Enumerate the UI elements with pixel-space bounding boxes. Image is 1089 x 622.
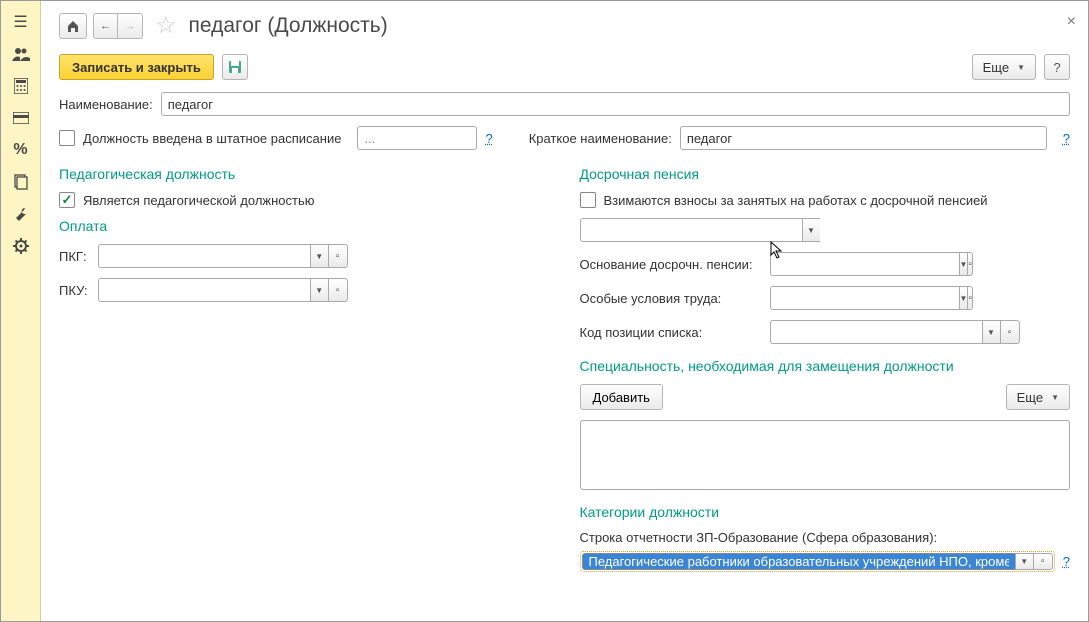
staff-row: Должность введена в штатное расписание ?…	[59, 126, 1070, 150]
in-staff-checkbox[interactable]	[59, 130, 75, 146]
favorite-star-icon[interactable]: ☆	[155, 11, 177, 40]
more-button-spec[interactable]: Еще ▼	[1006, 384, 1070, 410]
forward-button[interactable]: →	[118, 14, 142, 38]
sidebar: ☰ %	[1, 1, 41, 621]
code-expand[interactable]: ▫	[1000, 320, 1020, 344]
in-staff-label: Должность введена в штатное расписание	[83, 131, 341, 146]
zp-input[interactable]	[582, 553, 1015, 570]
add-button[interactable]: Добавить	[580, 384, 663, 410]
help-link-short[interactable]: ?	[1063, 131, 1070, 146]
main-panel: × ← → ☆ педагог (Должность) Записать и з…	[41, 1, 1088, 621]
contributions-label: Взимаются взносы за занятых на работах с…	[604, 193, 988, 208]
section-payment: Оплата	[59, 218, 550, 234]
code-input[interactable]	[770, 320, 982, 344]
people-icon[interactable]	[6, 39, 36, 69]
pkg-dropdown[interactable]: ▼	[310, 244, 328, 268]
code-label: Код позиции списка:	[580, 325, 760, 340]
pku-dropdown[interactable]: ▼	[310, 278, 328, 302]
section-specialty: Специальность, необходимая для замещения…	[580, 358, 1071, 374]
pkg-expand[interactable]: ▫	[328, 244, 348, 268]
pkg-label: ПКГ:	[59, 249, 88, 264]
pku-label: ПКУ:	[59, 283, 88, 298]
right-column: Досрочная пенсия Взимаются взносы за зан…	[580, 160, 1071, 582]
specialty-list[interactable]	[580, 420, 1071, 490]
section-pedagogical: Педагогическая должность	[59, 166, 550, 182]
left-column: Педагогическая должность Является педаго…	[59, 160, 550, 582]
chevron-down-icon: ▼	[1017, 63, 1025, 72]
help-link-staff[interactable]: ?	[485, 131, 492, 146]
save-and-close-button[interactable]: Записать и закрыть	[59, 54, 214, 80]
more-button[interactable]: Еще ▼	[972, 54, 1036, 80]
chevron-down-icon: ▼	[1051, 393, 1059, 402]
name-label: Наименование:	[59, 97, 153, 112]
special-label: Особые условия труда:	[580, 291, 760, 306]
pku-expand[interactable]: ▫	[328, 278, 348, 302]
name-input[interactable]	[161, 92, 1070, 116]
help-link-zp[interactable]: ?	[1063, 554, 1070, 569]
zp-expand[interactable]: ▫	[1033, 553, 1053, 570]
pension-type-dropdown[interactable]: ▼	[802, 218, 820, 242]
section-categories: Категории должности	[580, 504, 1071, 520]
calculator-icon[interactable]	[6, 71, 36, 101]
pku-input[interactable]	[98, 278, 310, 302]
close-button[interactable]: ×	[1067, 13, 1076, 31]
card-icon[interactable]	[6, 103, 36, 133]
pension-type-input[interactable]	[580, 218, 802, 242]
is-pedagogical-checkbox[interactable]	[59, 192, 75, 208]
nav-back-forward: ← →	[93, 13, 143, 39]
documents-icon[interactable]	[6, 167, 36, 197]
code-dropdown[interactable]: ▼	[982, 320, 1000, 344]
basis-dropdown[interactable]: ▼	[959, 252, 968, 276]
help-button[interactable]: ?	[1044, 54, 1070, 80]
menu-icon[interactable]: ☰	[6, 7, 36, 37]
pkg-input[interactable]	[98, 244, 310, 268]
is-pedagogical-label: Является педагогической должностью	[83, 193, 315, 208]
zp-dropdown[interactable]: ▼	[1015, 553, 1033, 570]
basis-label: Основание досрочн. пенсии:	[580, 257, 760, 272]
shortname-label: Краткое наименование:	[529, 131, 672, 146]
section-pension: Досрочная пенсия	[580, 166, 1071, 182]
in-staff-date-input[interactable]	[357, 126, 477, 150]
zp-label: Строка отчетности ЗП-Образование (Сфера …	[580, 530, 1071, 545]
home-button[interactable]	[59, 13, 87, 39]
more-label: Еще	[983, 60, 1009, 75]
percent-icon[interactable]: %	[6, 135, 36, 165]
basis-expand[interactable]: ▫	[967, 252, 973, 276]
special-input[interactable]	[770, 286, 959, 310]
special-expand[interactable]: ▫	[967, 286, 973, 310]
save-button[interactable]	[222, 54, 248, 80]
contributions-checkbox[interactable]	[580, 192, 596, 208]
special-dropdown[interactable]: ▼	[959, 286, 968, 310]
gear-icon[interactable]	[6, 231, 36, 261]
navigation-bar: ← → ☆ педагог (Должность)	[59, 11, 1070, 40]
back-button[interactable]: ←	[94, 14, 118, 38]
basis-input[interactable]	[770, 252, 959, 276]
wrench-icon[interactable]	[6, 199, 36, 229]
shortname-input[interactable]	[680, 126, 1047, 150]
page-title: педагог (Должность)	[189, 14, 388, 38]
name-row: Наименование:	[59, 92, 1070, 116]
toolbar: Записать и закрыть Еще ▼ ?	[59, 54, 1070, 80]
